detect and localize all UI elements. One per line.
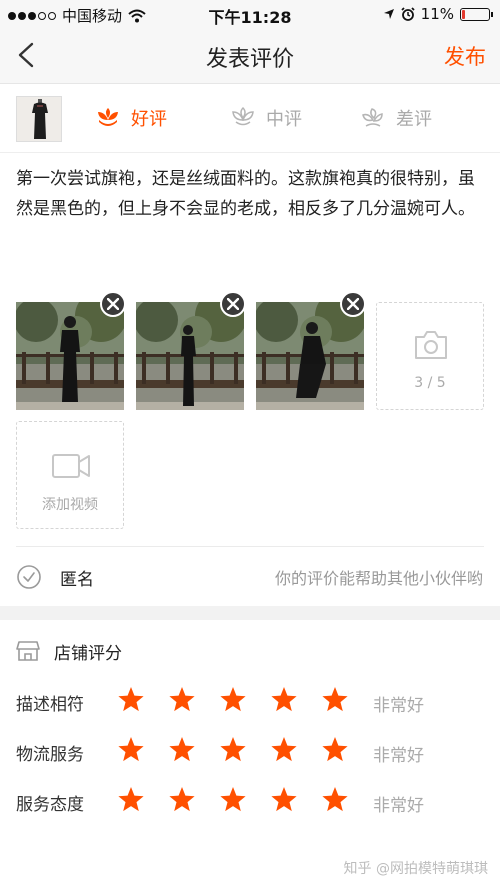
remove-photo-button[interactable] xyxy=(100,291,126,317)
check-circle-icon xyxy=(17,565,41,589)
star-icon[interactable] xyxy=(168,786,196,818)
publish-button[interactable]: 发布 xyxy=(444,41,486,71)
star-icon[interactable] xyxy=(117,686,145,718)
anonymous-label: 匿名 xyxy=(60,570,94,590)
status-right: 11% xyxy=(383,5,493,23)
uploaded-photo[interactable] xyxy=(16,302,124,410)
score-text: 非常好 xyxy=(373,746,424,766)
location-arrow-icon xyxy=(383,9,394,19)
chevron-left-icon xyxy=(18,42,34,68)
status-bar: 中国移动 下午11:28 11% xyxy=(0,0,500,28)
alarm-clock-icon xyxy=(401,7,415,21)
add-video-label: 添加视频 xyxy=(42,497,98,513)
battery-icon xyxy=(460,7,493,21)
section-separator xyxy=(0,606,500,620)
anonymous-hint: 你的评价能帮助其他小伙伴哟 xyxy=(274,569,483,588)
tab-good-review[interactable]: 好评 xyxy=(95,105,167,131)
star-icon[interactable] xyxy=(117,736,145,768)
flower-icon xyxy=(98,108,118,126)
navigation-bar: 发表评价 发布 xyxy=(0,28,500,84)
tab-good-label: 好评 xyxy=(131,109,167,130)
star-icon[interactable] xyxy=(117,786,145,818)
score-label: 服务态度 xyxy=(16,795,84,815)
close-icon xyxy=(227,298,239,310)
star-icon[interactable] xyxy=(168,736,196,768)
star-icon[interactable] xyxy=(321,736,349,768)
star-icon[interactable] xyxy=(321,686,349,718)
uploaded-photo[interactable] xyxy=(256,302,364,410)
review-text-area[interactable]: 第一次尝试旗袍，还是丝绒面料的。这款旗袍真的很特别，虽然是黑色的，但上身不会显的… xyxy=(16,164,486,224)
tab-bad-review[interactable]: 差评 xyxy=(360,105,432,131)
back-button[interactable] xyxy=(12,40,42,70)
neutral-flower-icon xyxy=(232,106,254,126)
rating-selector: 好评 中评 差评 xyxy=(0,85,500,153)
camera-icon xyxy=(415,331,447,359)
score-row-description: 描述相符 非常好 xyxy=(0,682,500,722)
star-icon[interactable] xyxy=(168,686,196,718)
wilted-flower-icon xyxy=(362,108,383,127)
battery-level-fill xyxy=(462,9,465,19)
score-label: 描述相符 xyxy=(16,695,84,715)
remove-photo-button[interactable] xyxy=(220,291,246,317)
star-icon[interactable] xyxy=(219,686,247,718)
score-row-service: 服务态度 非常好 xyxy=(0,782,500,822)
anonymous-row: 匿名 你的评价能帮助其他小伙伴哟 xyxy=(0,553,500,601)
star-icon[interactable] xyxy=(270,686,298,718)
shop-icon xyxy=(16,641,40,661)
video-camera-icon xyxy=(52,454,90,478)
star-icon[interactable] xyxy=(270,736,298,768)
shop-rating-title: 店铺评分 xyxy=(54,643,122,664)
add-photo-button[interactable]: 3 / 5 xyxy=(376,302,484,410)
battery-percentage: 11% xyxy=(420,5,454,23)
anonymous-checkbox[interactable] xyxy=(16,564,42,594)
star-icon[interactable] xyxy=(219,736,247,768)
product-thumbnail xyxy=(16,96,62,142)
score-label: 物流服务 xyxy=(16,745,84,765)
score-text: 非常好 xyxy=(373,796,424,816)
tab-bad-label: 差评 xyxy=(396,109,432,130)
remove-photo-button[interactable] xyxy=(340,291,366,317)
add-video-button[interactable]: 添加视频 xyxy=(16,421,124,529)
star-icon[interactable] xyxy=(321,786,349,818)
photo-count: 3 / 5 xyxy=(414,375,446,391)
watermark: 知乎 @网拍模特萌琪琪 xyxy=(343,861,488,877)
page-title: 发表评价 xyxy=(205,47,294,72)
star-icon[interactable] xyxy=(219,786,247,818)
divider xyxy=(16,546,484,547)
uploaded-photo[interactable] xyxy=(136,302,244,410)
close-icon xyxy=(347,298,359,310)
score-row-logistics: 物流服务 非常好 xyxy=(0,732,500,772)
star-icon[interactable] xyxy=(270,786,298,818)
shop-rating-header: 店铺评分 xyxy=(16,634,122,668)
tab-neutral-review[interactable]: 中评 xyxy=(230,105,302,131)
score-text: 非常好 xyxy=(373,696,424,716)
tab-neutral-label: 中评 xyxy=(266,109,302,130)
close-icon xyxy=(107,298,119,310)
